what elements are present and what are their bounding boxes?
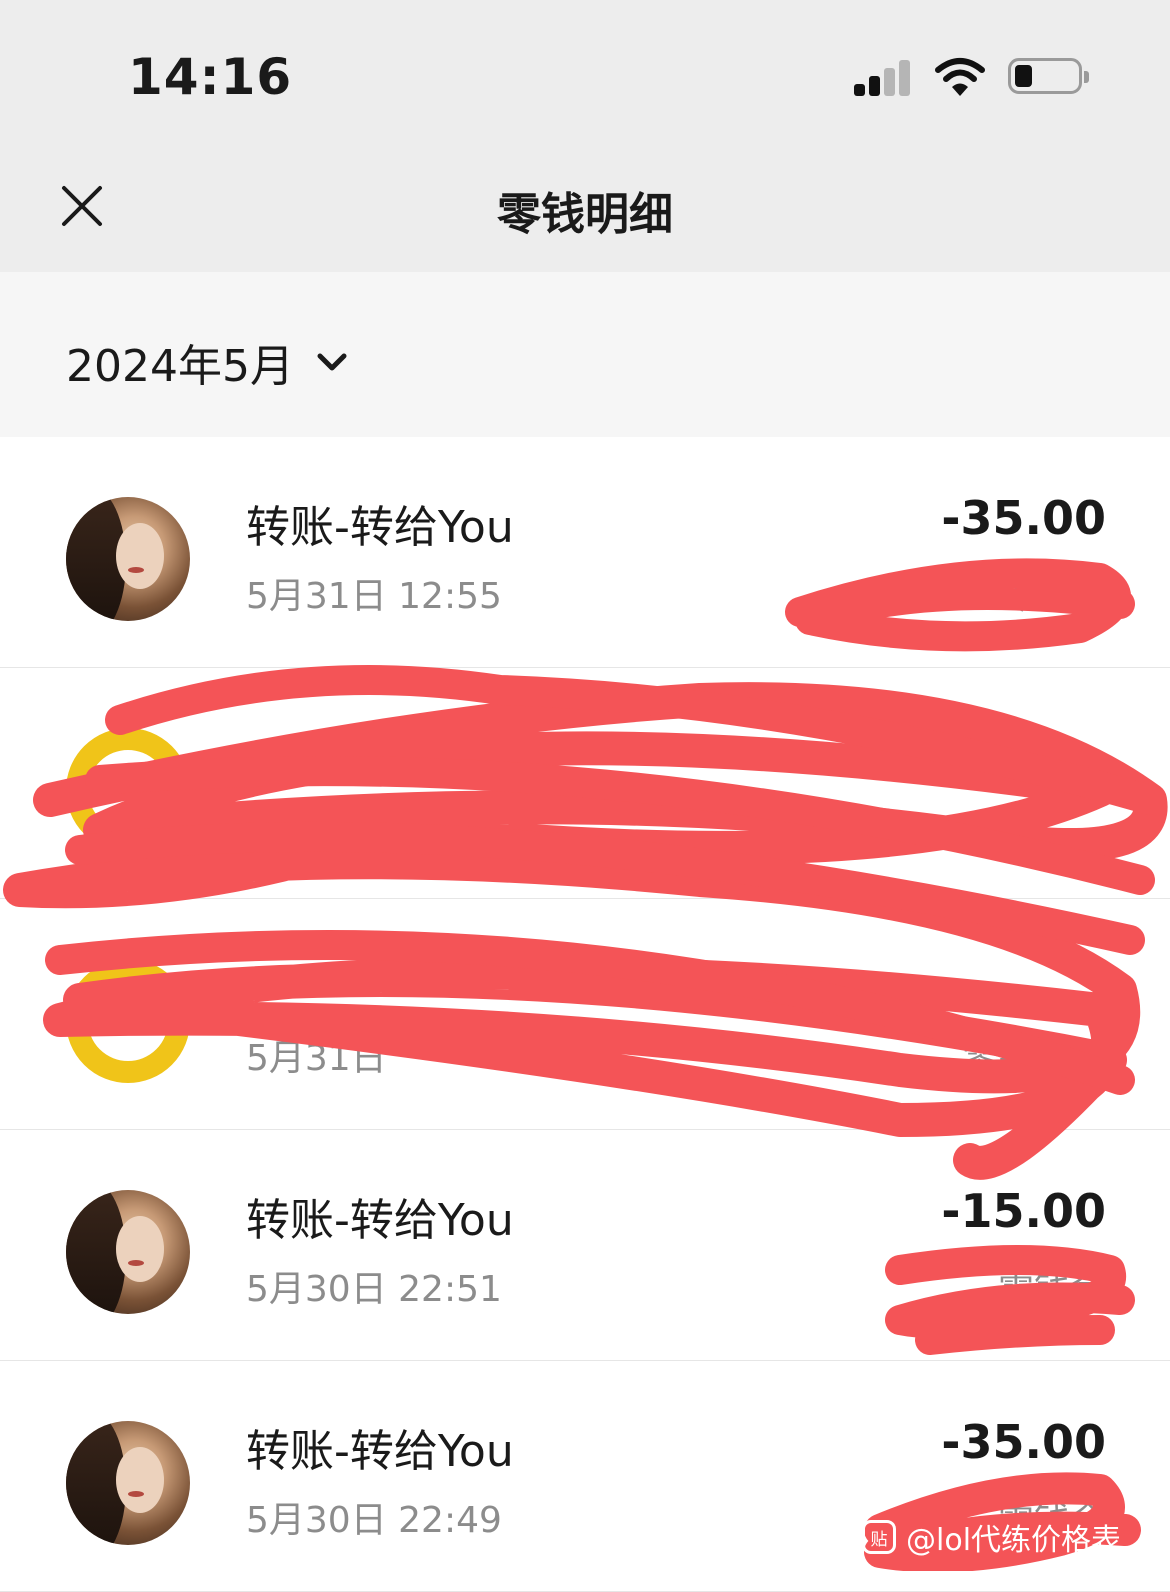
transaction-time: 5月31日 12:55 xyxy=(246,576,502,617)
transaction-row[interactable]: 转账-转给You 5月31日 12:55 -35.00 零钱余 xyxy=(0,437,1170,668)
page-title: 零钱明细 xyxy=(497,189,673,240)
coin-avatar xyxy=(66,959,190,1083)
watermark-text: @lol代练价格表 xyxy=(906,1523,1122,1558)
status-time: 14:16 xyxy=(128,48,293,106)
transaction-time: 5月31日 xyxy=(246,1038,387,1079)
transaction-time: 5月30日 22:51 xyxy=(246,1269,502,1310)
post-icon: 贴 xyxy=(862,1520,896,1554)
transaction-title: 转账-转给You xyxy=(246,1195,514,1246)
transaction-amount: -35.00 xyxy=(941,1415,1106,1469)
transaction-balance: 零钱余额 xyxy=(961,1038,1106,1079)
battery-icon xyxy=(1008,58,1089,94)
user-avatar xyxy=(66,1190,190,1314)
transaction-row[interactable]: 5月31日 零钱余额 xyxy=(0,899,1170,1130)
chevron-down-icon xyxy=(317,353,347,371)
transaction-amount: -15.00 xyxy=(941,1184,1106,1238)
wifi-icon xyxy=(935,58,985,96)
user-avatar xyxy=(66,1421,190,1545)
transaction-time: 5月30日 22:49 xyxy=(246,1500,502,1541)
user-avatar xyxy=(66,497,190,621)
transaction-balance: 零钱余 xyxy=(997,1269,1106,1310)
watermark: 贴 @lol代练价格表 xyxy=(862,1516,1121,1558)
transaction-row[interactable] xyxy=(0,668,1170,899)
month-filter-bar: 2024年5月 xyxy=(0,272,1170,437)
transaction-title: 转账-转给You xyxy=(246,1426,514,1477)
cellular-signal-icon xyxy=(854,58,914,96)
month-picker[interactable]: 2024年5月 xyxy=(66,332,352,392)
transaction-balance: 零钱余 xyxy=(997,576,1106,617)
month-label: 2024年5月 xyxy=(66,341,294,392)
transaction-row[interactable]: 转账-转给You 5月30日 22:51 -15.00 零钱余 xyxy=(0,1130,1170,1361)
transaction-title: 转账-转给You xyxy=(246,502,514,553)
transaction-list: 转账-转给You 5月31日 12:55 -35.00 零钱余 5月31日 零钱… xyxy=(0,437,1170,1592)
transaction-amount: -35.00 xyxy=(941,491,1106,545)
coin-avatar xyxy=(66,728,190,852)
nav-bar: 零钱明细 xyxy=(0,148,1170,272)
status-bar: 14:16 xyxy=(0,0,1170,148)
